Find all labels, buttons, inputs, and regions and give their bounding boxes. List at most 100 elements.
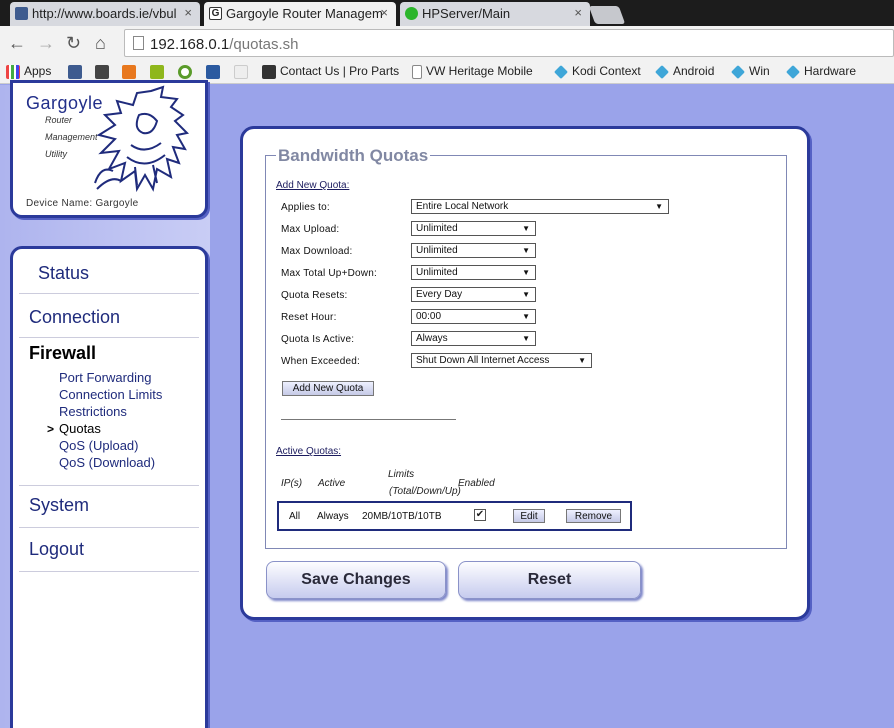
add-new-quota-button[interactable]: Add New Quota [282, 381, 374, 396]
nav-divider [19, 527, 199, 528]
boards-favicon-icon [15, 7, 28, 20]
page-icon [412, 64, 422, 79]
column-header-enabled: Enabled [458, 478, 495, 489]
bookmark-icon[interactable] [122, 65, 136, 79]
divider [281, 419, 456, 420]
url-path: /quotas.sh [229, 36, 299, 53]
active-quotas-heading: Active Quotas: [276, 446, 342, 457]
tab-close-icon[interactable]: × [574, 5, 582, 20]
bookmark-icon[interactable] [68, 65, 82, 79]
bookmark-win[interactable]: Win [731, 64, 770, 79]
page-icon [133, 36, 144, 50]
back-arrow-icon[interactable]: ← [8, 33, 26, 54]
nav-item-qos-upload[interactable]: QoS (Upload) [59, 438, 138, 453]
dropdown-arrow-icon: ▼ [655, 202, 663, 211]
logo-subtitle: Management [45, 132, 98, 142]
tab-close-icon[interactable]: × [380, 5, 388, 20]
dropdown-arrow-icon: ▼ [522, 290, 530, 299]
apps-grid-icon [6, 64, 20, 79]
nav-item-connection-limits[interactable]: Connection Limits [59, 387, 162, 402]
bookmark-icon[interactable] [150, 65, 164, 79]
bookmark-contact-us[interactable]: Contact Us | Pro Parts [262, 64, 399, 79]
nav-item-port-forwarding[interactable]: Port Forwarding [59, 370, 151, 385]
reset-hour-label: Reset Hour: [281, 312, 337, 323]
bookmark-kodi[interactable]: Kodi Context [554, 64, 641, 79]
bookmark-icon[interactable] [95, 65, 109, 79]
cell-ips: All [289, 511, 301, 522]
column-header-active: Active [318, 478, 346, 489]
bookmark-favicon-icon [262, 64, 276, 79]
bookmark-vw-heritage[interactable]: VW Heritage Mobile [412, 64, 533, 79]
new-tab-button[interactable] [588, 6, 626, 24]
bookmark-apps[interactable]: Apps [6, 64, 51, 79]
quota-active-select[interactable]: Always ▼ [411, 331, 536, 346]
browser-toolbar: ← → ↻ ⌂ 192.168.0.1/quotas.sh [0, 26, 894, 60]
quota-active-label: Quota Is Active: [281, 334, 355, 345]
nav-divider [19, 485, 199, 486]
kodi-icon [554, 64, 568, 79]
gargoyle-logo-icon [94, 85, 190, 193]
nav-divider [19, 293, 199, 294]
nav-item-restrictions[interactable]: Restrictions [59, 404, 127, 419]
logo-panel: Gargoyle Router Management Utility Devic… [10, 80, 208, 218]
bookmark-android[interactable]: Android [655, 64, 714, 79]
edit-button[interactable]: Edit [513, 509, 545, 523]
address-bar[interactable]: 192.168.0.1/quotas.sh [124, 29, 894, 57]
tab-boards[interactable]: http://www.boards.ie/vbul × [10, 2, 200, 26]
tab-strip: http://www.boards.ie/vbul × G Gargoyle R… [0, 0, 894, 26]
save-changes-button[interactable]: Save Changes [266, 561, 446, 599]
tab-title: http://www.boards.ie/vbul [32, 6, 177, 21]
dropdown-arrow-icon: ▼ [522, 224, 530, 233]
cell-limits: 20MB/10TB/10TB [362, 511, 442, 522]
dropdown-arrow-icon: ▼ [522, 334, 530, 343]
max-download-select[interactable]: Unlimited ▼ [411, 243, 536, 258]
enabled-checkbox[interactable]: ✔ [474, 509, 486, 521]
logo-subtitle: Utility [45, 149, 67, 159]
dropdown-arrow-icon: ▼ [522, 268, 530, 277]
nav-item-qos-download[interactable]: QoS (Download) [59, 455, 155, 470]
home-icon[interactable]: ⌂ [95, 33, 106, 54]
reset-button[interactable]: Reset [458, 561, 641, 599]
applies-to-select[interactable]: Entire Local Network ▼ [411, 199, 669, 214]
dropdown-arrow-icon: ▼ [578, 356, 586, 365]
cell-active: Always [317, 511, 349, 522]
nav-divider [19, 337, 199, 338]
current-page-marker: > [47, 422, 55, 436]
max-upload-label: Max Upload: [281, 224, 340, 235]
reload-icon[interactable]: ↻ [66, 33, 81, 54]
max-total-select[interactable]: Unlimited ▼ [411, 265, 536, 280]
device-name: Device Name: Gargoyle [26, 198, 139, 209]
bookmark-icon[interactable] [178, 65, 192, 79]
gargoyle-favicon-icon: G [209, 7, 222, 20]
table-row: All Always 20MB/10TB/10TB ✔ Edit Remove [277, 501, 632, 531]
bookmark-icon[interactable] [206, 65, 220, 79]
kodi-icon [786, 64, 800, 79]
url-host: 192.168.0.1 [150, 36, 230, 53]
bookmark-icon[interactable] [234, 65, 248, 79]
forward-arrow-icon[interactable]: → [37, 33, 55, 54]
bookmark-hardware[interactable]: Hardware [786, 64, 856, 79]
quota-resets-select[interactable]: Every Day ▼ [411, 287, 536, 302]
section-title: Bandwidth Quotas [276, 146, 431, 166]
nav-item-quotas[interactable]: Quotas [59, 421, 101, 436]
tab-hpserver[interactable]: HPServer/Main × [400, 2, 590, 26]
kodi-icon [731, 64, 745, 79]
url-text: 192.168.0.1/quotas.sh [150, 36, 298, 53]
add-new-quota-heading: Add New Quota: [276, 180, 350, 191]
applies-to-label: Applies to: [281, 202, 330, 213]
main-panel: Bandwidth Quotas Add New Quota: Applies … [240, 126, 810, 620]
tab-title: Gargoyle Router Managem [226, 6, 383, 21]
tab-gargoyle[interactable]: G Gargoyle Router Managem × [204, 2, 396, 26]
max-upload-select[interactable]: Unlimited ▼ [411, 221, 536, 236]
when-exceeded-select[interactable]: Shut Down All Internet Access ▼ [411, 353, 592, 368]
column-header-limits: Limits [388, 469, 415, 480]
kodi-icon [655, 64, 669, 79]
reset-hour-select[interactable]: 00:00 ▼ [411, 309, 536, 324]
logo-subtitle: Router [45, 115, 73, 125]
dropdown-arrow-icon: ▼ [522, 312, 530, 321]
max-total-label: Max Total Up+Down: [281, 268, 377, 279]
tab-close-icon[interactable]: × [184, 5, 192, 20]
dropdown-arrow-icon: ▼ [522, 246, 530, 255]
nav-divider [19, 571, 199, 572]
remove-button[interactable]: Remove [566, 509, 621, 523]
